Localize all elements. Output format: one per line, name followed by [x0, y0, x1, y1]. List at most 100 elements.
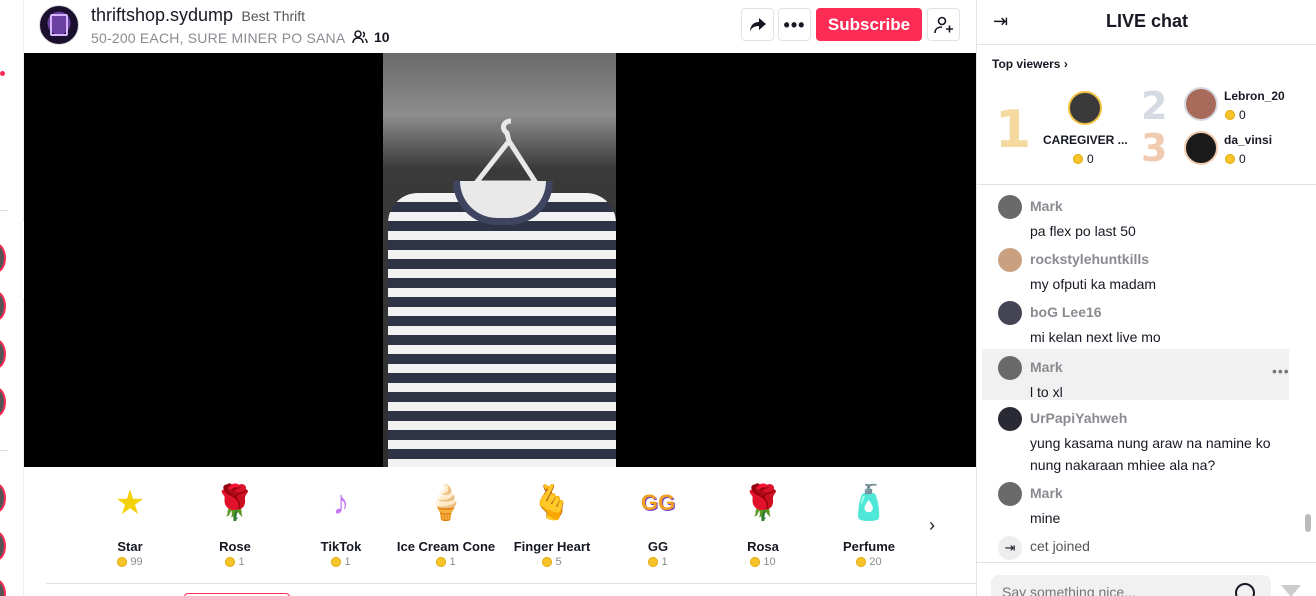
user-avatar[interactable]: [998, 482, 1022, 506]
rail-avatar[interactable]: [0, 243, 6, 273]
top-viewer-name[interactable]: Lebron_20: [1224, 89, 1285, 103]
gift-price: 20: [817, 556, 921, 568]
chat-username[interactable]: boG Lee16: [1030, 304, 1102, 320]
top-viewer-rank: 2: [1141, 84, 1168, 128]
gift-name: Rosa: [747, 539, 779, 554]
top-viewer-avatar[interactable]: [1184, 87, 1218, 121]
rail-divider: [0, 450, 8, 451]
chat-message[interactable]: Mark pa flex po last 50: [982, 188, 1289, 241]
chat-text: mi kelan next live mo: [1030, 329, 1161, 345]
top-viewers-link[interactable]: Top viewers ›: [992, 57, 1068, 71]
rail-avatar[interactable]: [0, 579, 6, 596]
gift-item-star[interactable]: ★ Star 99: [78, 481, 182, 568]
gift-item-ice-cream-cone[interactable]: 🍦 Ice Cream Cone 1: [394, 481, 498, 568]
chat-text: yung kasama nung araw na namine ko nung …: [1030, 435, 1271, 473]
coin-icon: [225, 557, 236, 567]
chat-message-list[interactable]: Mark pa flex po last 50 rockstylehuntkil…: [977, 188, 1316, 562]
top-viewer-coins: 0: [1073, 152, 1094, 166]
viewer-count: 10: [352, 29, 390, 45]
host-line: thriftshop.sydump Best Thrift: [91, 5, 305, 26]
coin-icon: [542, 557, 553, 567]
user-avatar[interactable]: [998, 407, 1022, 431]
top-viewer-rank: 1: [995, 100, 1032, 160]
gift-item-gg[interactable]: GG GG 1: [606, 481, 710, 568]
gift-item-finger-heart[interactable]: 🫰 Finger Heart 5: [500, 481, 604, 568]
gift-item-rosa[interactable]: 🌹 Rosa 10: [711, 481, 815, 568]
more-options-button[interactable]: •••: [778, 8, 811, 41]
host-avatar[interactable]: [39, 5, 79, 45]
follow-user-button[interactable]: [927, 8, 960, 41]
user-avatar[interactable]: [998, 195, 1022, 219]
message-more-button[interactable]: •••: [1272, 363, 1290, 379]
gift-bar: ★ Star 99 🌹 Rose 1 ♪ TikTok 1 🍦 Ice Crea…: [24, 467, 978, 596]
join-text: cet joined: [1030, 538, 1090, 554]
live-video-player[interactable]: [24, 53, 976, 467]
chat-message[interactable]: Mark mine: [982, 475, 1289, 528]
chat-username[interactable]: Mark: [1030, 198, 1063, 214]
user-avatar[interactable]: [998, 248, 1022, 272]
host-tag: Best Thrift: [241, 8, 306, 24]
send-icon[interactable]: [1281, 585, 1301, 596]
live-chat-panel: ⇥ LIVE chat Top viewers › 1 CAREGIVER ..…: [976, 0, 1316, 596]
gift-item-tiktok[interactable]: ♪ TikTok 1: [289, 481, 393, 569]
gift-item-rose[interactable]: 🌹 Rose 1: [183, 481, 287, 568]
chat-message[interactable]: UrPapiYahweh yung kasama nung araw na na…: [982, 400, 1289, 475]
emoji-icon[interactable]: [1235, 583, 1255, 596]
coin-icon: [331, 557, 342, 567]
gift-name: Star: [117, 539, 143, 554]
coin-icon: [1225, 154, 1235, 164]
finger-heart-gift-icon: 🫰: [530, 484, 574, 522]
perfume-gift-icon: 🧴: [847, 484, 891, 522]
chat-message[interactable]: boG Lee16 mi kelan next live mo: [982, 294, 1289, 347]
gift-next-button[interactable]: ›: [929, 515, 935, 536]
rail-avatar[interactable]: [0, 291, 6, 321]
rail-avatar[interactable]: [0, 387, 6, 417]
chat-message[interactable]: Mark l to xl •••: [982, 349, 1289, 400]
chat-username[interactable]: rockstylehuntkills: [1030, 251, 1149, 267]
viewer-count-value: 10: [374, 29, 390, 45]
top-viewer-avatar[interactable]: [1068, 91, 1102, 125]
top-viewer-avatar[interactable]: [1184, 131, 1218, 165]
coin-icon: [856, 557, 867, 567]
chat-text: my ofputi ka madam: [1030, 276, 1157, 292]
live-indicator-dot: [0, 71, 5, 76]
top-viewer-name[interactable]: CAREGIVER ...: [1043, 133, 1128, 147]
gift-price: 1: [289, 556, 393, 568]
gift-name: TikTok: [320, 539, 362, 554]
gift-price: 1: [183, 556, 287, 568]
gift-price: 10: [711, 556, 815, 568]
gift-price: 1: [394, 556, 498, 568]
subscribe-button[interactable]: Subscribe: [816, 8, 922, 41]
chat-username[interactable]: Mark: [1030, 359, 1063, 375]
people-icon: [352, 30, 368, 44]
gift-name: Perfume: [842, 539, 896, 554]
top-viewer-name[interactable]: da_vinsi: [1224, 133, 1272, 147]
chat-message[interactable]: rockstylehuntkills my ofputi ka madam: [982, 241, 1289, 294]
coin-icon: [436, 557, 447, 567]
chat-username[interactable]: UrPapiYahweh: [1030, 410, 1127, 426]
more-icon: •••: [1272, 363, 1290, 379]
more-icon: •••: [783, 14, 806, 35]
coin-icon: [648, 557, 659, 567]
join-icon: ⇥: [998, 536, 1022, 560]
chat-title: LIVE chat: [1105, 11, 1189, 31]
gift-divider: [46, 583, 978, 584]
user-avatar[interactable]: [998, 356, 1022, 380]
chat-input[interactable]: [991, 575, 1271, 596]
chat-text: pa flex po last 50: [1030, 223, 1136, 239]
star-gift-icon: ★: [114, 484, 146, 522]
host-name[interactable]: thriftshop.sydump: [91, 5, 233, 25]
rail-avatar[interactable]: [0, 339, 6, 369]
share-button[interactable]: [741, 8, 774, 41]
chevron-right-icon: ›: [929, 515, 935, 535]
gift-item-perfume[interactable]: 🧴 Perfume 20: [817, 481, 921, 568]
coin-icon: [1225, 110, 1235, 120]
rail-avatar[interactable]: [0, 483, 6, 513]
rosa-gift-icon: 🌹: [741, 484, 785, 522]
coin-icon: [750, 557, 761, 567]
user-avatar[interactable]: [998, 301, 1022, 325]
rail-avatar[interactable]: [0, 531, 6, 561]
chat-scrollbar[interactable]: [1305, 514, 1311, 532]
chat-username[interactable]: Mark: [1030, 485, 1063, 501]
gift-price: 1: [606, 556, 710, 568]
